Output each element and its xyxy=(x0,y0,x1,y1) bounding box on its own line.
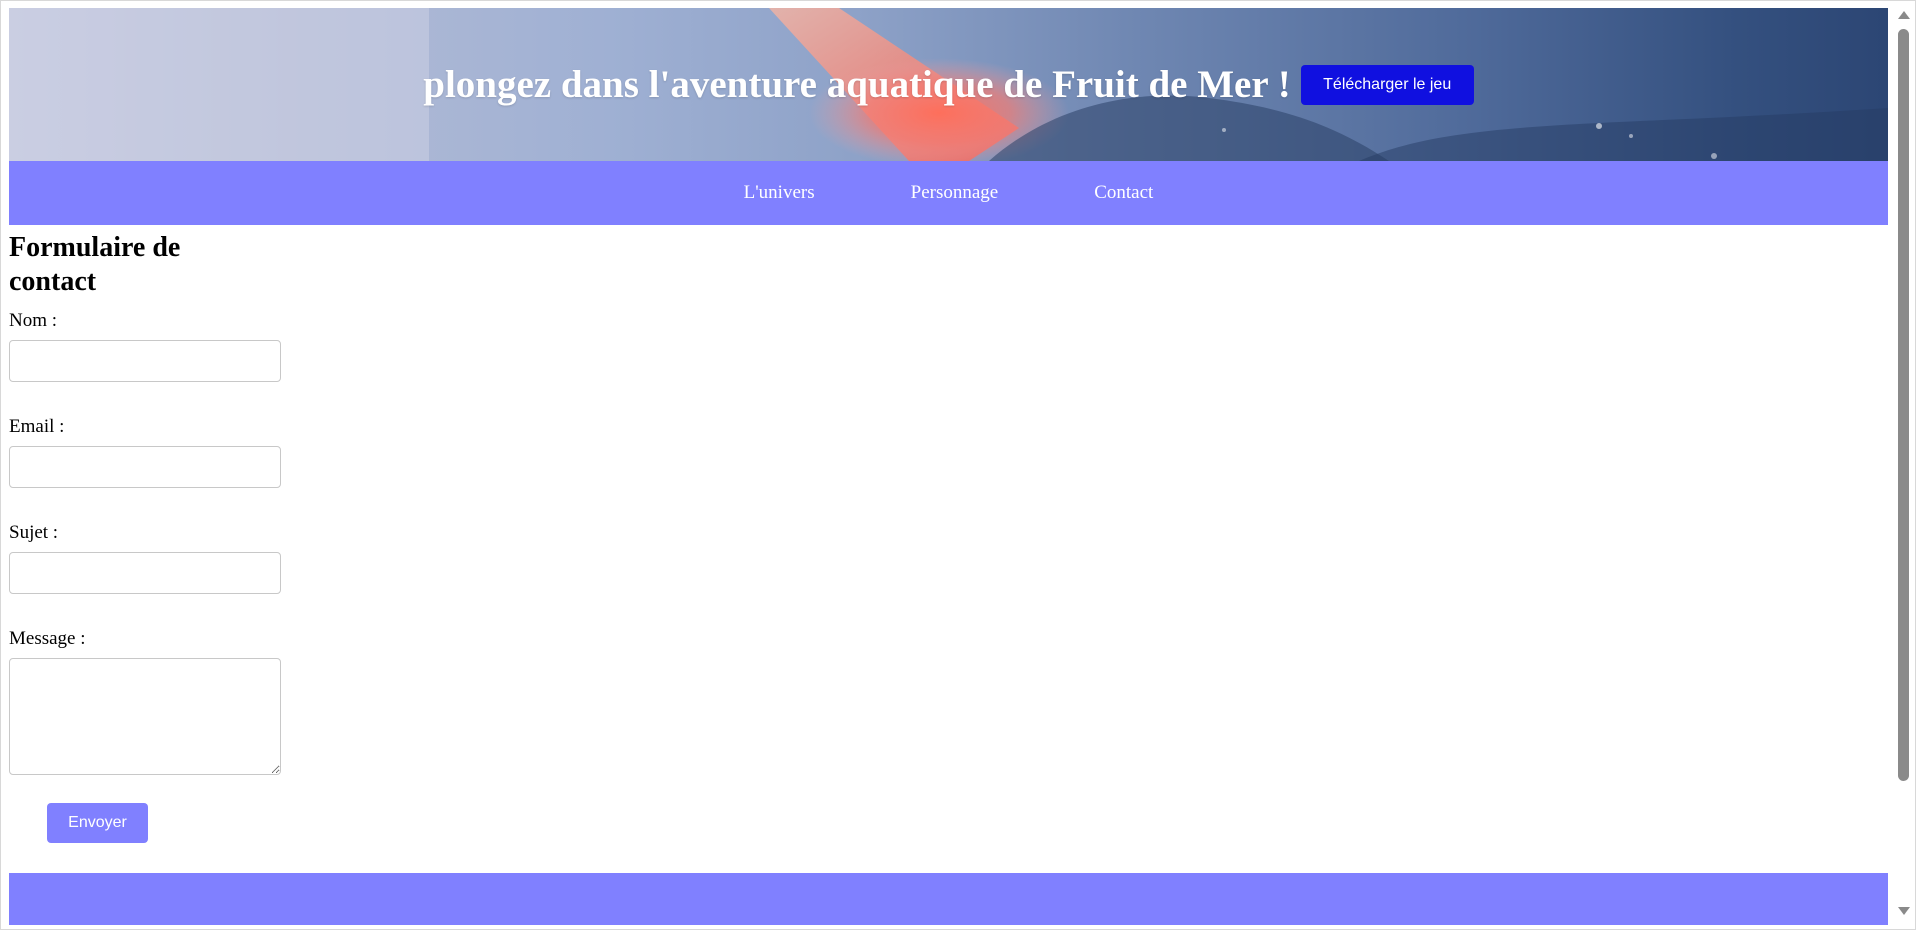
vertical-scrollbar[interactable] xyxy=(1893,3,1915,929)
nav-item-univers[interactable]: L'univers xyxy=(744,182,815,204)
name-label: Nom : xyxy=(9,310,58,331)
email-field-group: Email : xyxy=(9,416,309,488)
page: plongez dans l'aventure aquatique de Fru… xyxy=(9,8,1888,925)
footer-bar xyxy=(9,873,1888,925)
send-button[interactable]: Envoyer xyxy=(47,803,148,843)
message-field-group: Message : xyxy=(9,628,309,775)
message-label: Message : xyxy=(9,628,86,649)
email-label: Email : xyxy=(9,416,65,437)
message-textarea[interactable] xyxy=(9,658,281,775)
scroll-down-icon[interactable] xyxy=(1898,907,1910,915)
scroll-up-icon[interactable] xyxy=(1898,11,1910,19)
nav-item-contact[interactable]: Contact xyxy=(1094,182,1153,204)
download-game-button[interactable]: Télécharger le jeu xyxy=(1300,64,1474,105)
form-title: Formulaire de contact xyxy=(9,232,181,297)
subject-field-group: Sujet : xyxy=(9,522,309,594)
subject-label: Sujet : xyxy=(9,522,59,543)
subject-input[interactable] xyxy=(9,552,281,594)
nav-item-personnage[interactable]: Personnage xyxy=(911,182,999,204)
email-input[interactable] xyxy=(9,446,281,488)
banner-content: plongez dans l'aventure aquatique de Fru… xyxy=(9,8,1888,161)
hero-banner: plongez dans l'aventure aquatique de Fru… xyxy=(9,8,1888,161)
browser-viewport: plongez dans l'aventure aquatique de Fru… xyxy=(0,0,1916,930)
name-input[interactable] xyxy=(9,340,281,382)
scrollbar-thumb[interactable] xyxy=(1898,29,1909,781)
contact-form-section: Formulaire de contact Nom : Email : Suje… xyxy=(9,225,309,843)
banner-title: plongez dans l'aventure aquatique de Fru… xyxy=(423,63,1291,106)
name-field-group: Nom : xyxy=(9,310,309,382)
main-nav: L'univers Personnage Contact xyxy=(9,161,1888,225)
